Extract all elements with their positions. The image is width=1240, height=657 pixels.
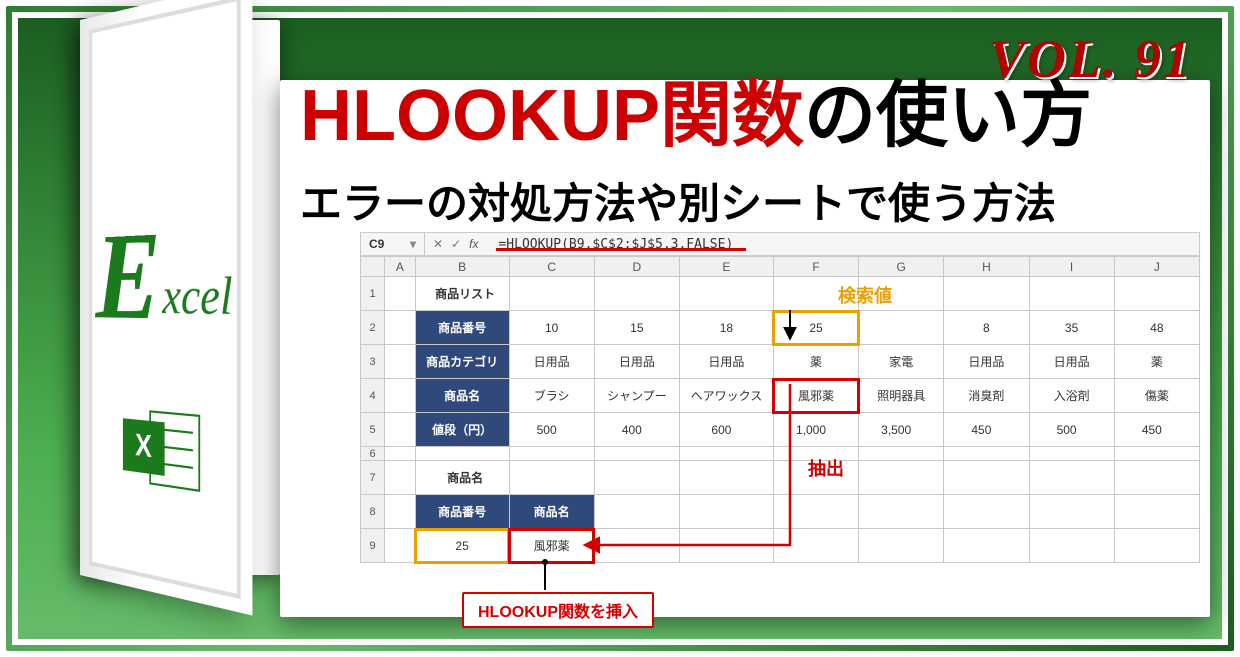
cat-0[interactable]: 日用品 <box>509 345 594 379</box>
excel-file-icon: X <box>123 402 200 499</box>
num-5[interactable]: 8 <box>944 311 1029 345</box>
result-number[interactable]: 25 <box>415 529 509 563</box>
row-9: 9 25 風邪薬 <box>361 529 1200 563</box>
col-J[interactable]: J <box>1114 257 1199 277</box>
col-B[interactable]: B <box>415 257 509 277</box>
list-title[interactable]: 商品リスト <box>415 277 509 311</box>
row-6: 6 <box>361 447 1200 461</box>
col-F[interactable]: F <box>773 257 858 277</box>
formula-input[interactable]: =HLOOKUP(B9,$C$2:$J$5,3,FALSE) <box>492 237 1199 252</box>
confirm-icon[interactable]: ✓ <box>451 237 461 251</box>
title-red: HLOOKUP関数 <box>300 76 804 156</box>
num-1[interactable]: 15 <box>594 311 679 345</box>
price-5[interactable]: 450 <box>944 413 1029 447</box>
col-D[interactable]: D <box>594 257 679 277</box>
cat-1[interactable]: 日用品 <box>594 345 679 379</box>
name-0[interactable]: ブラシ <box>509 379 594 413</box>
row-5: 5 値段（円） 500 400 600 1,000 3,500 450 500 … <box>361 413 1200 447</box>
name-7[interactable]: 傷薬 <box>1114 379 1199 413</box>
col-C[interactable]: C <box>509 257 594 277</box>
cat-2[interactable]: 日用品 <box>679 345 773 379</box>
num-4[interactable] <box>859 311 944 345</box>
cancel-icon[interactable]: ✕ <box>433 237 443 251</box>
row-num-8[interactable]: 8 <box>361 495 385 529</box>
excel-wordmark: E xcel <box>96 217 233 332</box>
col-E[interactable]: E <box>679 257 773 277</box>
name-box-dropdown-icon[interactable]: ▾ <box>410 237 416 251</box>
header-category[interactable]: 商品カテゴリ <box>415 345 509 379</box>
name-2[interactable]: ヘアワックス <box>679 379 773 413</box>
subtitle: エラーの対処方法や別シートで使う方法 <box>300 170 1056 231</box>
num-6[interactable]: 35 <box>1029 311 1114 345</box>
row-7: 7 商品名 <box>361 461 1200 495</box>
header-name[interactable]: 商品名 <box>415 379 509 413</box>
result-name[interactable]: 風邪薬 <box>509 529 594 563</box>
main-title: HLOOKUP関数の使い方 <box>300 80 1092 152</box>
cat-7[interactable]: 薬 <box>1114 345 1199 379</box>
excel-sheet: C9 ▾ ✕ ✓ fx =HLOOKUP(B9,$C$2:$J$5,3,FALS… <box>360 232 1200 563</box>
row-num-1[interactable]: 1 <box>361 277 385 311</box>
cell-reference: C9 <box>369 237 384 251</box>
column-header-row: A B C D E F G H I J <box>361 257 1200 277</box>
formula-bar: C9 ▾ ✕ ✓ fx =HLOOKUP(B9,$C$2:$J$5,3,FALS… <box>360 232 1200 256</box>
num-2[interactable]: 18 <box>679 311 773 345</box>
name-3-result-source[interactable]: 風邪薬 <box>773 379 858 413</box>
price-2[interactable]: 600 <box>679 413 773 447</box>
row-num-3[interactable]: 3 <box>361 345 385 379</box>
fx-icon[interactable]: fx <box>469 237 478 251</box>
row-num-2[interactable]: 2 <box>361 311 385 345</box>
excel-letter-E: E <box>96 221 161 330</box>
name-4[interactable]: 照明器具 <box>859 379 944 413</box>
price-4[interactable]: 3,500 <box>859 413 944 447</box>
price-3[interactable]: 1,000 <box>773 413 858 447</box>
col-A[interactable]: A <box>385 257 416 277</box>
header-number[interactable]: 商品番号 <box>415 311 509 345</box>
row-num-7[interactable]: 7 <box>361 461 385 495</box>
col-I[interactable]: I <box>1029 257 1114 277</box>
price-1[interactable]: 400 <box>594 413 679 447</box>
cat-4[interactable]: 家電 <box>859 345 944 379</box>
cat-5[interactable]: 日用品 <box>944 345 1029 379</box>
row-4: 4 商品名 ブラシ シャンプー ヘアワックス 風邪薬 照明器具 消臭剤 入浴剤 … <box>361 379 1200 413</box>
col-G[interactable]: G <box>859 257 944 277</box>
row-num-5[interactable]: 5 <box>361 413 385 447</box>
name-box[interactable]: C9 ▾ <box>361 233 425 255</box>
row-1: 1 商品リスト <box>361 277 1200 311</box>
name-5[interactable]: 消臭剤 <box>944 379 1029 413</box>
door-graphic: E xcel X <box>60 20 310 575</box>
header-price[interactable]: 値段（円） <box>415 413 509 447</box>
corner-cell[interactable] <box>361 257 385 277</box>
num-7[interactable]: 48 <box>1114 311 1199 345</box>
row-num-6[interactable]: 6 <box>361 447 385 461</box>
row-num-9[interactable]: 9 <box>361 529 385 563</box>
result-section-title[interactable]: 商品名 <box>415 461 509 495</box>
num-0[interactable]: 10 <box>509 311 594 345</box>
row-3: 3 商品カテゴリ 日用品 日用品 日用品 薬 家電 日用品 日用品 薬 <box>361 345 1200 379</box>
excel-letter-rest: xcel <box>162 275 232 321</box>
result-header-name[interactable]: 商品名 <box>509 495 594 529</box>
spreadsheet-grid[interactable]: A B C D E F G H I J 1 商品リスト 2 商品番号 10 15… <box>360 256 1200 563</box>
formula-underline <box>496 248 746 251</box>
result-header-number[interactable]: 商品番号 <box>415 495 509 529</box>
cat-3[interactable]: 薬 <box>773 345 858 379</box>
row-8: 8 商品番号 商品名 <box>361 495 1200 529</box>
name-1[interactable]: シャンプー <box>594 379 679 413</box>
excel-x-icon: X <box>123 418 165 476</box>
col-H[interactable]: H <box>944 257 1029 277</box>
row-2: 2 商品番号 10 15 18 25 8 35 48 <box>361 311 1200 345</box>
price-6[interactable]: 500 <box>1029 413 1114 447</box>
row-num-4[interactable]: 4 <box>361 379 385 413</box>
cat-6[interactable]: 日用品 <box>1029 345 1114 379</box>
title-black: の使い方 <box>804 76 1092 156</box>
name-6[interactable]: 入浴剤 <box>1029 379 1114 413</box>
price-7[interactable]: 450 <box>1114 413 1199 447</box>
price-0[interactable]: 500 <box>509 413 594 447</box>
num-3-search-key[interactable]: 25 <box>773 311 858 345</box>
